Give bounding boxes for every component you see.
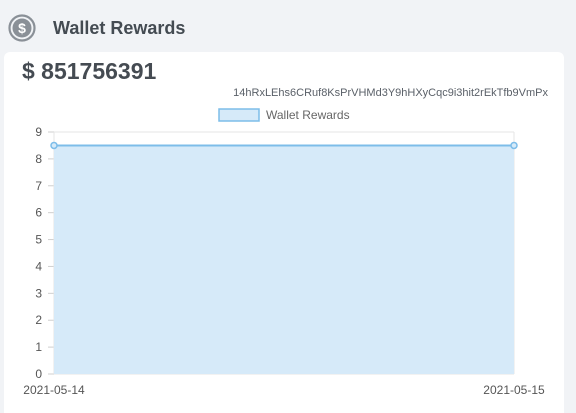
y-tick-label: 0 bbox=[35, 367, 42, 381]
x-axis: 2021-05-14 2021-05-15 bbox=[23, 383, 545, 397]
chart-legend[interactable]: Wallet Rewards bbox=[218, 108, 350, 122]
header: $ Wallet Rewards bbox=[0, 0, 576, 52]
y-tick-label: 8 bbox=[35, 152, 42, 166]
y-tick-label: 6 bbox=[35, 206, 42, 220]
y-tick-label: 4 bbox=[35, 259, 42, 273]
rewards-chart: Wallet Rewards 0123456789 2021-05-14 2021… bbox=[23, 108, 545, 397]
legend-label: Wallet Rewards bbox=[266, 108, 350, 122]
data-point bbox=[510, 141, 518, 150]
dollar-coin-icon: $ bbox=[8, 14, 36, 42]
y-tick-label: 9 bbox=[35, 125, 42, 139]
reward-amount: $ 851756391 bbox=[22, 58, 157, 84]
y-tick-label: 5 bbox=[35, 233, 42, 247]
y-tick-label: 3 bbox=[35, 286, 42, 300]
svg-text:$: $ bbox=[18, 20, 26, 36]
series-area bbox=[54, 145, 514, 374]
page-title: Wallet Rewards bbox=[53, 18, 186, 38]
x-tick-label: 2021-05-14 bbox=[23, 383, 85, 397]
legend-swatch bbox=[218, 108, 260, 122]
wallet-address: 14hRxLEhs6CRuf8KsPrVHMd3Y9hHXyCqc9i3hit2… bbox=[233, 87, 548, 99]
data-point bbox=[50, 141, 58, 150]
y-axis: 0 1 2 3 4 5 6 7 8 9 bbox=[35, 125, 42, 381]
y-tick-label: 2 bbox=[35, 313, 42, 327]
chart-area-layer bbox=[50, 141, 518, 374]
x-tick-label: 2021-05-15 bbox=[483, 383, 545, 397]
y-tick-label: 7 bbox=[35, 179, 42, 193]
rewards-card: $ 851756391 14hRxLEhs6CRuf8KsPrVHMd3Y9hH… bbox=[4, 52, 564, 413]
y-tick-label: 1 bbox=[35, 340, 42, 354]
